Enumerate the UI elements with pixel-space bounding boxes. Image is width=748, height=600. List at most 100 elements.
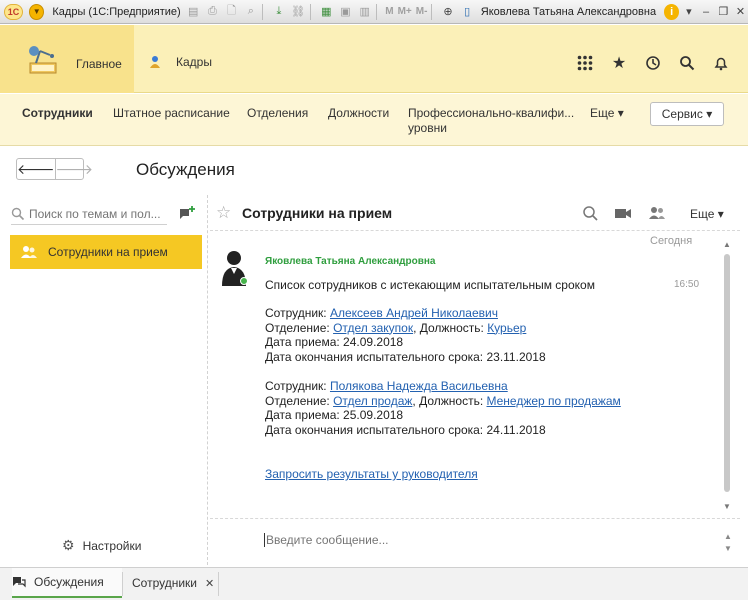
restore-icon[interactable]: ❐ (716, 4, 731, 20)
label-text: , Должность: (413, 320, 488, 335)
search-icon[interactable] (582, 205, 600, 221)
department-link[interactable]: Отдел закупок (333, 321, 413, 335)
toolbar-divider (309, 3, 311, 20)
tab-divider (218, 572, 219, 596)
history-icon[interactable] (636, 53, 670, 73)
star-icon[interactable]: ☆ (216, 203, 231, 223)
request-results-link-text[interactable]: Запросить результаты у руководителя (265, 467, 478, 481)
notifications-bell-icon[interactable] (704, 53, 738, 73)
save-icon[interactable]: ▤ (186, 4, 201, 20)
gear-icon: ⚙ (62, 537, 75, 553)
nav-item-departments[interactable]: Отделения (247, 106, 308, 121)
close-tab-icon[interactable]: ✕ (205, 577, 214, 590)
chat-title: Сотрудники на прием (242, 205, 393, 221)
main-menu-button[interactable]: ▼ (29, 3, 45, 20)
department-link[interactable]: Отдел продаж (333, 394, 412, 408)
position-link[interactable]: Менеджер по продажам (487, 394, 621, 408)
employee-link[interactable]: Алексеев Андрей Николаевич (330, 306, 498, 320)
tab-discussions-label: Обсуждения (34, 575, 104, 589)
department-line: Отделение: Отдел продаж, Должность: Мене… (265, 394, 665, 409)
hire-date: Дата приема: 25.09.2018 (265, 408, 404, 422)
service-button[interactable]: Сервис ▾ (650, 102, 724, 126)
open-windows-bar: Обсуждения Сотрудники ✕ (0, 567, 748, 600)
request-results-link[interactable]: Запросить результаты у руководителя (265, 467, 665, 482)
compose-scroll-icon[interactable]: ▲ ▼ (724, 531, 732, 555)
message-input[interactable] (264, 533, 684, 547)
link-icon[interactable]: ⛓ (291, 4, 306, 20)
online-status-icon (240, 277, 248, 285)
toolbar-divider (431, 3, 433, 20)
zoom-icon[interactable]: ⊕ (440, 4, 455, 20)
employee-link[interactable]: Полякова Надежда Васильевна (330, 379, 508, 393)
current-user: Яковлева Татьяна Александровна (480, 5, 657, 18)
date-separator: Сегодня (650, 235, 693, 247)
scroll-thumb[interactable] (724, 254, 730, 492)
nav-item-qualification-levels[interactable]: Профессионально-квалифи... уровни (408, 106, 574, 136)
chat-header: ☆ Сотрудники на прием Еще ▾ (210, 195, 740, 231)
1c-logo-icon: 1С (4, 3, 24, 20)
settings-button[interactable]: ⚙ Настройки (62, 537, 141, 554)
position-link[interactable]: Курьер (487, 321, 526, 335)
sections-panel: Главное Кадры ★ (0, 25, 748, 93)
nav-item-employees[interactable]: Сотрудники (22, 106, 93, 121)
message-author[interactable]: Яковлева Татьяна Александровна (265, 256, 435, 267)
calculator-icon[interactable]: ▥ (357, 4, 372, 20)
chat-more-button[interactable]: Еще ▾ (690, 207, 724, 221)
group-icon (21, 246, 37, 258)
minimize-icon[interactable]: – (699, 4, 714, 20)
info-icon[interactable]: i (664, 3, 680, 20)
scroll-down-icon[interactable]: ▼ (722, 502, 732, 511)
close-icon[interactable]: ✕ (733, 4, 748, 20)
label-text: Отделение: (265, 393, 334, 408)
search-icon[interactable] (670, 53, 704, 73)
app-title: Кадры (1С:Предприятие) (52, 5, 181, 18)
memory-minus-button[interactable]: M- (416, 6, 428, 17)
panel-layout-icon[interactable]: ▯ (460, 4, 475, 20)
discussion-item[interactable]: Сотрудники на прием (10, 235, 202, 269)
search-icon (11, 207, 25, 220)
spreadsheet-icon[interactable]: ▦ (319, 4, 334, 20)
message-intro: Список сотрудников с истекающим испытате… (265, 278, 595, 292)
memory-plus-button[interactable]: M+ (398, 6, 412, 17)
video-camera-icon[interactable] (614, 205, 632, 221)
chat-icon (13, 577, 26, 588)
tab-discussions[interactable]: Обсуждения (12, 568, 122, 598)
forward-arrow-icon[interactable]: 🡒 (54, 159, 93, 179)
window-menu-icon[interactable]: ▾ (681, 4, 696, 20)
section-kadry[interactable]: Кадры (148, 55, 212, 69)
new-discussion-icon[interactable] (178, 205, 196, 221)
all-functions-icon[interactable] (568, 53, 602, 73)
nav-item-positions[interactable]: Должности (328, 106, 389, 121)
hire-date: Дата приема: 24.09.2018 (265, 335, 404, 349)
title-bar: 1С ▼ Кадры (1С:Предприятие) ▤ ⎙ 🗋 ⌕ ⤓ ⛓ … (0, 0, 748, 24)
search-input[interactable] (29, 206, 165, 221)
tab-divider (122, 572, 123, 596)
tab-employees[interactable]: Сотрудники ✕ (132, 568, 214, 598)
favorites-star-icon[interactable]: ★ (602, 53, 636, 73)
calendar-icon[interactable]: ▣ (338, 4, 353, 20)
label-text: Отделение: (265, 320, 334, 335)
participants-icon[interactable] (648, 205, 666, 221)
section-tools: ★ (568, 53, 738, 73)
settings-label: Настройки (82, 538, 142, 553)
message: Яковлева Татьяна Александровна 16:50 Спи… (210, 248, 722, 516)
label-text: , Должность: (412, 393, 487, 408)
discussion-search (11, 203, 167, 225)
download-icon[interactable]: ⤓ (271, 4, 286, 20)
print-icon[interactable]: ⎙ (205, 4, 220, 20)
back-arrow-icon[interactable]: 🡐 (17, 159, 55, 179)
employee-line: Сотрудник: Полякова Надежда Васильевна (265, 379, 665, 394)
toolbar-divider (262, 3, 264, 20)
nav-more-button[interactable]: Еще ▾ (590, 106, 624, 120)
print-preview-icon[interactable]: 🗋 (224, 4, 239, 20)
label-text: Сотрудник: (265, 379, 330, 393)
chat-scrollbar[interactable]: ▲ ▼ (722, 240, 732, 520)
department-line: Отделение: Отдел закупок, Должность: Кур… (265, 321, 665, 336)
nav-item-staffing[interactable]: Штатное расписание (113, 106, 230, 121)
find-icon[interactable]: ⌕ (243, 4, 258, 20)
scroll-up-icon[interactable]: ▲ (722, 240, 732, 249)
memory-m-button[interactable]: M (385, 6, 393, 17)
desk-lamp-icon (29, 46, 57, 74)
message-time: 16:50 (674, 279, 700, 290)
section-main[interactable]: Главное (0, 25, 134, 93)
